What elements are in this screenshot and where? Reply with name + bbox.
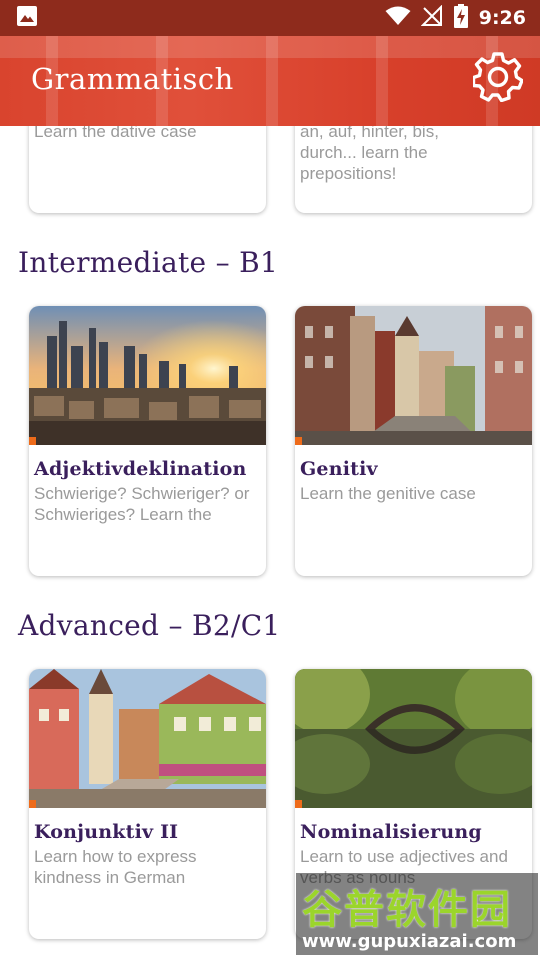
card-description: an, auf, hinter, bis, durch... learn the… [300,122,439,183]
timbered-houses-image [29,669,266,808]
status-icons: 9:26 [385,3,526,33]
watermark-text: 谷普软件园 [302,887,512,933]
status-time: 9:26 [478,7,526,29]
card-title: Genitiv [300,458,378,480]
card-title: Nominalisierung [300,821,482,843]
status-bar: 9:26 [0,0,540,36]
app-title: Grammatisch [31,62,234,96]
battery-charging-icon [453,3,469,33]
card-title: Adjektivdeklination [34,458,247,480]
topic-card-konjunktiv-ii[interactable]: Konjunktiv II Learn how to express kindn… [29,669,266,939]
old-town-street-image [295,306,532,445]
card-description: Learn how to express kindness in German [34,847,197,887]
image-notification-icon [16,5,38,32]
topic-card-adjektivdeklination[interactable]: Adjektivdeklination Schwierige? Schwieri… [29,306,266,576]
app-bar: Grammatisch [0,36,540,126]
watermark-logo: 谷普软件园 www.gupuxiazai.com [296,873,538,955]
gear-icon [471,51,524,107]
section-title-advanced: Advanced – B2/C1 [18,609,281,642]
card-accent-bar [29,437,36,445]
card-description: Schwierige? Schwieriger? or Schwieriges?… [34,484,250,524]
wifi-icon [385,6,411,31]
card-title: Konjunktiv II [34,821,179,843]
topic-card-genitiv[interactable]: Genitiv Learn the genitive case [295,306,532,576]
section-title-intermediate: Intermediate – B1 [18,246,279,279]
topic-list: Learn the dative case an, auf, hinter, b… [0,0,540,960]
stone-bridge-lake-image [295,669,532,808]
no-signal-icon [420,4,443,32]
city-skyline-image [29,306,266,445]
settings-button[interactable] [471,51,524,107]
card-accent-bar [295,800,302,808]
watermark-url: www.gupuxiazai.com [302,931,517,952]
card-accent-bar [29,800,36,808]
card-description: Learn the genitive case [300,484,476,503]
card-accent-bar [295,437,302,445]
